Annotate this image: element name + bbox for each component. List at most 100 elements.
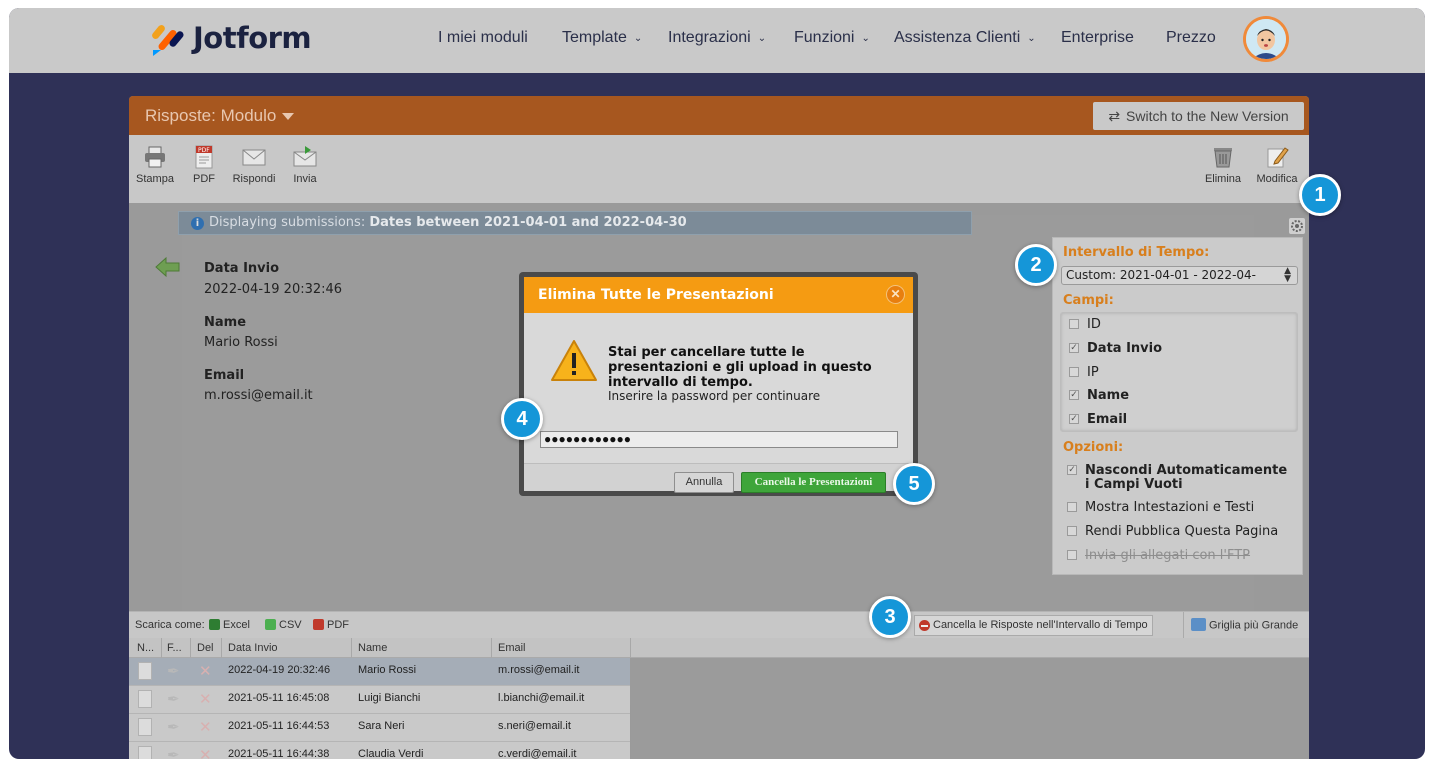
download-csv-button[interactable]: CSV — [265, 618, 302, 631]
col-header-name[interactable]: Name — [358, 642, 387, 654]
checkbox[interactable] — [1069, 318, 1079, 329]
nav-pricing[interactable]: Prezzo — [1166, 29, 1216, 47]
table-row[interactable]: ✒ ✕ 2022-04-19 20:32:46 Mario Rossi m.ro… — [129, 658, 630, 686]
checkbox-checked[interactable]: ✓ — [1067, 464, 1077, 475]
close-icon[interactable]: ✕ — [886, 285, 905, 304]
app-header: Risposte: Modulo ⇄ Switch to the New Vers… — [129, 96, 1309, 135]
checkbox[interactable] — [1067, 501, 1077, 512]
print-button[interactable]: Stampa — [135, 145, 175, 185]
document-icon[interactable] — [138, 662, 152, 680]
cell-date: 2021-05-11 16:44:53 — [228, 720, 330, 732]
cancel-button[interactable]: Annulla — [674, 472, 734, 493]
callout-badge-5: 5 — [893, 463, 935, 505]
top-navigation-bar: Jotform I miei moduli Template ⌄ Integraz… — [9, 8, 1425, 73]
document-icon[interactable] — [138, 690, 152, 708]
field-option-name[interactable]: ✓ Name — [1069, 388, 1129, 403]
delete-x-icon[interactable]: ✕ — [199, 690, 212, 708]
download-excel-button[interactable]: Excel — [209, 618, 250, 631]
checkbox-checked[interactable]: ✓ — [1069, 413, 1079, 424]
confirm-delete-button[interactable]: Cancella le Presentazioni — [741, 472, 886, 493]
user-avatar[interactable] — [1243, 16, 1289, 62]
trash-icon — [1214, 148, 1232, 168]
field-option-ip[interactable]: IP — [1069, 365, 1099, 380]
delete-x-icon[interactable]: ✕ — [199, 718, 212, 736]
download-pdf-button[interactable]: PDF — [313, 618, 349, 631]
table-row[interactable]: ✒ ✕ 2021-05-11 16:44:38 Claudia Verdi c.… — [129, 742, 630, 759]
option-show-headers[interactable]: Mostra Intestazioni e Testi — [1067, 500, 1254, 515]
cell-name: Mario Rossi — [358, 664, 417, 676]
nav-integrations[interactable]: Integrazioni ⌄ — [668, 29, 766, 47]
time-range-select[interactable]: Custom: 2021-04-01 - 2022-04- ▲ ▼ — [1061, 266, 1298, 285]
gear-icon[interactable] — [1289, 218, 1305, 234]
options-side-panel: Intervallo di Tempo: Custom: 2021-04-01 … — [1052, 237, 1303, 575]
table-row[interactable]: ✒ ✕ 2021-05-11 16:45:08 Luigi Bianchi l.… — [129, 686, 630, 714]
table-row[interactable]: ✒ ✕ 2021-05-11 16:44:53 Sara Neri s.neri… — [129, 714, 630, 742]
flag-icon[interactable]: ✒ — [167, 746, 180, 759]
bigger-grid-button[interactable]: Griglia più Grande — [1191, 618, 1298, 632]
pdf-button[interactable]: PDF PDF — [186, 145, 222, 185]
col-header-flag[interactable]: F... — [167, 642, 182, 654]
document-icon[interactable] — [138, 718, 152, 736]
flag-icon[interactable]: ✒ — [167, 690, 180, 708]
flag-icon[interactable]: ✒ — [167, 718, 180, 736]
dialog-message: Stai per cancellare tutte le presentazio… — [608, 345, 872, 390]
nav-features[interactable]: Funzioni ⌄ — [794, 29, 870, 47]
col-header-email[interactable]: Email — [498, 642, 526, 654]
checkbox[interactable] — [1069, 366, 1079, 377]
date-filter-info-bar: i Displaying submissions: Dates between … — [178, 211, 972, 235]
send-button[interactable]: Invia — [287, 145, 323, 185]
cell-name: Luigi Bianchi — [358, 692, 421, 704]
grid-header: N... F... Del Data Invio Name Email — [129, 638, 1309, 658]
form-selector[interactable]: Risposte: Modulo — [145, 106, 295, 126]
checkbox[interactable] — [1067, 525, 1077, 536]
field-value-name: Mario Rossi — [204, 335, 278, 350]
time-range-heading: Intervallo di Tempo: — [1063, 245, 1210, 260]
fields-list: ID ✓ Data Invio IP ✓ Name ✓ Email — [1060, 312, 1298, 432]
switch-version-button[interactable]: ⇄ Switch to the New Version — [1093, 102, 1304, 130]
swap-arrows-icon: ⇄ — [1108, 108, 1121, 124]
chevron-down-icon: ⌄ — [861, 33, 870, 44]
field-value-date: 2022-04-19 20:32:46 — [204, 282, 343, 297]
field-label-date: Data Invio — [204, 261, 280, 276]
cell-name: Sara Neri — [358, 720, 405, 732]
cell-email: s.neri@email.it — [498, 720, 571, 732]
brand-name[interactable]: Jotform — [193, 21, 312, 55]
pdf-icon: PDF — [195, 145, 213, 169]
cell-name: Claudia Verdi — [358, 748, 424, 759]
nav-enterprise[interactable]: Enterprise — [1061, 29, 1134, 47]
delete-range-button[interactable]: Cancella le Risposte nell'Intervallo di … — [914, 615, 1153, 636]
nav-my-forms[interactable]: I miei moduli — [438, 29, 528, 47]
callout-badge-1: 1 — [1299, 174, 1341, 216]
nav-support[interactable]: Assistenza Clienti ⌄ — [894, 29, 1036, 47]
screenshot-frame: Jotform I miei moduli Template ⌄ Integraz… — [9, 8, 1425, 759]
delete-x-icon[interactable]: ✕ — [199, 746, 212, 759]
callout-badge-2: 2 — [1015, 244, 1057, 286]
cell-email: l.bianchi@email.it — [498, 692, 585, 704]
flag-icon[interactable]: ✒ — [167, 662, 180, 680]
nav-templates[interactable]: Template ⌄ — [562, 29, 642, 47]
caret-down-icon — [282, 113, 295, 121]
option-hide-empty-fields[interactable]: ✓ Nascondi Automaticamente i Campi Vuoti — [1067, 464, 1287, 492]
col-header-delete[interactable]: Del — [197, 642, 214, 654]
col-header-number[interactable]: N... — [137, 642, 154, 654]
edit-button[interactable]: Modifica — [1253, 145, 1301, 185]
reply-button[interactable]: Rispondi — [229, 145, 279, 185]
toolbar: Stampa PDF PDF Rispondi Invia Elimina Mo… — [129, 135, 1309, 203]
delete-x-icon[interactable]: ✕ — [199, 662, 212, 680]
field-option-date[interactable]: ✓ Data Invio — [1069, 341, 1162, 356]
expand-grid-icon — [1191, 618, 1206, 631]
warning-icon — [551, 340, 597, 381]
field-value-email: m.rossi@email.it — [204, 388, 313, 403]
field-option-email[interactable]: ✓ Email — [1069, 412, 1127, 427]
document-icon[interactable] — [138, 746, 152, 759]
checkbox-checked[interactable]: ✓ — [1069, 389, 1079, 400]
checkbox-checked[interactable]: ✓ — [1069, 342, 1079, 353]
download-as-label: Scarica come: — [135, 619, 205, 631]
option-public-page[interactable]: Rendi Pubblica Questa Pagina — [1067, 524, 1278, 539]
previous-arrow-icon[interactable] — [155, 256, 181, 278]
delete-all-dialog: Elimina Tutte le Presentazioni ✕ Stai pe… — [519, 272, 918, 496]
col-header-date[interactable]: Data Invio — [228, 642, 278, 654]
password-field[interactable]: ●●●●●●●●●●●● — [540, 431, 898, 448]
field-option-id[interactable]: ID — [1069, 317, 1101, 332]
delete-button[interactable]: Elimina — [1203, 145, 1243, 185]
